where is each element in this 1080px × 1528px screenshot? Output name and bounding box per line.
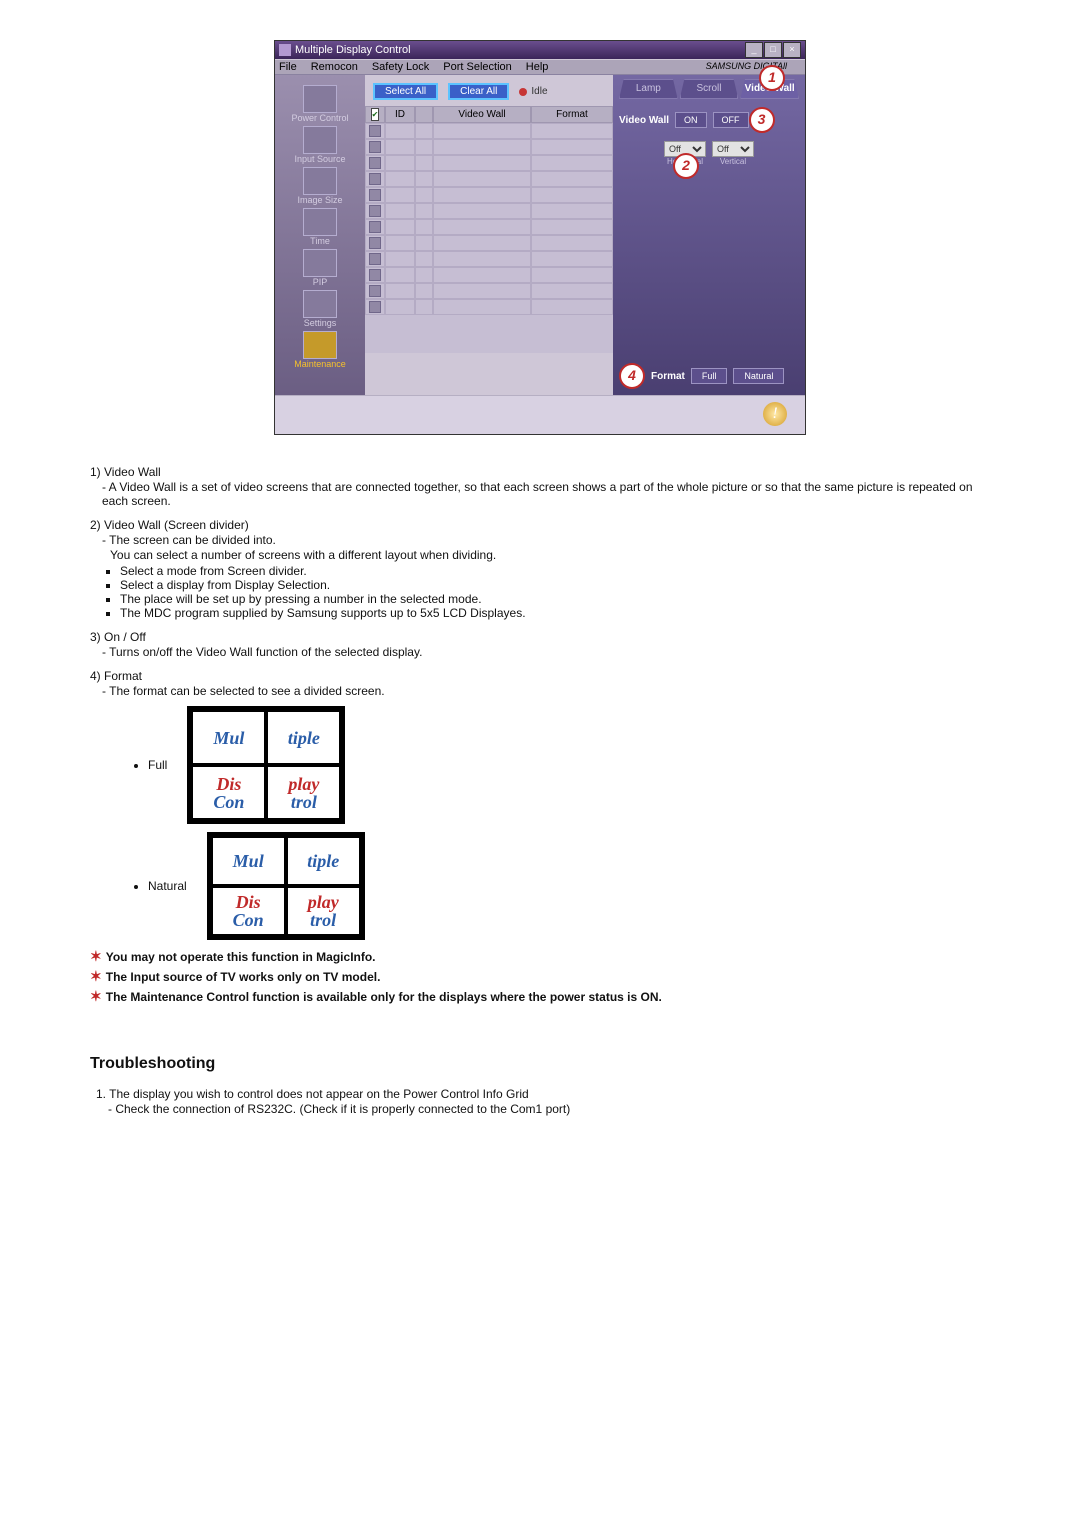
bottom-bar: ! bbox=[275, 395, 805, 434]
item-3-line: - Turns on/off the Video Wall function o… bbox=[102, 645, 990, 659]
info-icon[interactable]: ! bbox=[763, 402, 787, 426]
table-row[interactable] bbox=[365, 235, 613, 251]
videowall-on-button[interactable]: ON bbox=[675, 112, 707, 128]
sidebar-item-pip[interactable]: PIP bbox=[275, 249, 365, 287]
power-icon bbox=[303, 85, 337, 113]
menu-safety[interactable]: Safety Lock bbox=[372, 61, 429, 73]
sidebar-item-time[interactable]: Time bbox=[275, 208, 365, 246]
format-natural-label: Natural bbox=[148, 879, 187, 893]
tab-lamp[interactable]: Lamp Control bbox=[619, 79, 678, 99]
table-row[interactable] bbox=[365, 219, 613, 235]
menu-file[interactable]: File bbox=[279, 61, 297, 73]
item-2: 2) Video Wall (Screen divider) bbox=[90, 518, 990, 532]
sidebar-item-image[interactable]: Image Size bbox=[275, 167, 365, 205]
item-1-line: - A Video Wall is a set of video screens… bbox=[102, 480, 990, 508]
table-row[interactable] bbox=[365, 203, 613, 219]
videowall-label: Video Wall bbox=[619, 115, 669, 126]
menu-help[interactable]: Help bbox=[526, 61, 549, 73]
videowall-row: Video Wall ON OFF 3 bbox=[619, 107, 799, 133]
ts-item-1: 1. The display you wish to control does … bbox=[96, 1087, 990, 1101]
col-videowall[interactable]: Video Wall bbox=[433, 106, 531, 123]
display-list-panel: Select All Clear All Idle ID Video Wall … bbox=[365, 75, 613, 395]
item-2-line2: You can select a number of screens with … bbox=[110, 548, 990, 562]
minimize-button[interactable]: _ bbox=[745, 42, 763, 58]
app-icon bbox=[279, 44, 291, 56]
table-row[interactable] bbox=[365, 251, 613, 267]
table-row[interactable] bbox=[365, 299, 613, 315]
tab-scroll[interactable]: Scroll bbox=[680, 79, 739, 99]
item-2-line1: - The screen can be divided into. bbox=[102, 533, 990, 547]
close-button[interactable]: × bbox=[783, 42, 801, 58]
col-id[interactable]: ID bbox=[385, 106, 415, 123]
divider-row: Off Horizontal Off Vertical bbox=[619, 141, 799, 166]
col-format[interactable]: Format bbox=[531, 106, 613, 123]
star-icon: ✶ bbox=[90, 968, 102, 984]
col-check[interactable] bbox=[365, 106, 385, 123]
callout-1: 1 bbox=[759, 65, 785, 91]
pip-icon bbox=[303, 249, 337, 277]
col-status[interactable] bbox=[415, 106, 433, 123]
vertical-label: Vertical bbox=[712, 157, 754, 166]
item-3: 3) On / Off bbox=[90, 630, 990, 644]
item-1: 1) Video Wall bbox=[90, 465, 990, 479]
sidebar-item-settings[interactable]: Settings bbox=[275, 290, 365, 328]
troubleshooting-heading: Troubleshooting bbox=[90, 1055, 990, 1073]
star-icon: ✶ bbox=[90, 948, 102, 964]
menu-remocon[interactable]: Remocon bbox=[311, 61, 358, 73]
videowall-off-button[interactable]: OFF bbox=[713, 112, 749, 128]
sidebar-item-input[interactable]: Input Source bbox=[275, 126, 365, 164]
select-all-button[interactable]: Select All bbox=[373, 83, 438, 100]
grid-header: ID Video Wall Format bbox=[365, 106, 613, 123]
star-icon: ✶ bbox=[90, 988, 102, 1004]
table-row[interactable] bbox=[365, 171, 613, 187]
idle-indicator: Idle bbox=[519, 86, 547, 97]
item-4: 4) Format bbox=[90, 669, 990, 683]
input-icon bbox=[303, 126, 337, 154]
maximize-button[interactable]: □ bbox=[764, 42, 782, 58]
sidebar-item-power[interactable]: Power Control bbox=[275, 85, 365, 123]
table-row[interactable] bbox=[365, 283, 613, 299]
clear-all-button[interactable]: Clear All bbox=[448, 83, 509, 100]
table-row[interactable] bbox=[365, 155, 613, 171]
settings-icon bbox=[303, 290, 337, 318]
table-row[interactable] bbox=[365, 267, 613, 283]
list-toolbar: Select All Clear All Idle bbox=[365, 75, 613, 106]
format-full-button[interactable]: Full bbox=[691, 368, 728, 384]
callout-4: 4 bbox=[619, 363, 645, 389]
format-full-illustration: Full Multiple Dis Conplay trol bbox=[130, 706, 990, 824]
client-area: Power Control Input Source Image Size Ti… bbox=[275, 75, 805, 395]
grid-body[interactable] bbox=[365, 123, 613, 353]
format-natural-button[interactable]: Natural bbox=[733, 368, 784, 384]
format-full-label: Full bbox=[148, 758, 167, 772]
menu-bar: File Remocon Safety Lock Port Selection … bbox=[275, 59, 805, 75]
article: 1) Video Wall - A Video Wall is a set of… bbox=[90, 465, 990, 1116]
item-4-line: - The format can be selected to see a di… bbox=[102, 684, 990, 698]
item-2-bullets: Select a mode from Screen divider. Selec… bbox=[90, 564, 990, 620]
app-window: Multiple Display Control _ □ × File Remo… bbox=[274, 40, 806, 435]
image-icon bbox=[303, 167, 337, 195]
menu-port[interactable]: Port Selection bbox=[443, 61, 511, 73]
table-row[interactable] bbox=[365, 123, 613, 139]
notes: ✶You may not operate this function in Ma… bbox=[90, 948, 990, 1005]
vertical-select[interactable]: Off bbox=[712, 141, 754, 157]
maintenance-icon bbox=[303, 331, 337, 359]
table-row[interactable] bbox=[365, 187, 613, 203]
title-bar: Multiple Display Control _ □ × bbox=[275, 41, 805, 59]
sidebar-item-maintenance[interactable]: Maintenance bbox=[275, 331, 365, 369]
ts-item-1a: - Check the connection of RS232C. (Check… bbox=[108, 1102, 990, 1116]
right-panel: Lamp Control Scroll Video Wall 1 Video W… bbox=[613, 75, 805, 395]
table-row[interactable] bbox=[365, 139, 613, 155]
format-natural-illustration: Natural Multiple Dis Conplay trol bbox=[130, 832, 990, 940]
callout-2: 2 bbox=[673, 153, 699, 179]
format-row: 4 Format Full Natural bbox=[619, 363, 799, 389]
callout-3: 3 bbox=[749, 107, 775, 133]
time-icon bbox=[303, 208, 337, 236]
sidebar: Power Control Input Source Image Size Ti… bbox=[275, 75, 365, 395]
window-title: Multiple Display Control bbox=[295, 44, 411, 56]
format-label: Format bbox=[651, 371, 685, 382]
